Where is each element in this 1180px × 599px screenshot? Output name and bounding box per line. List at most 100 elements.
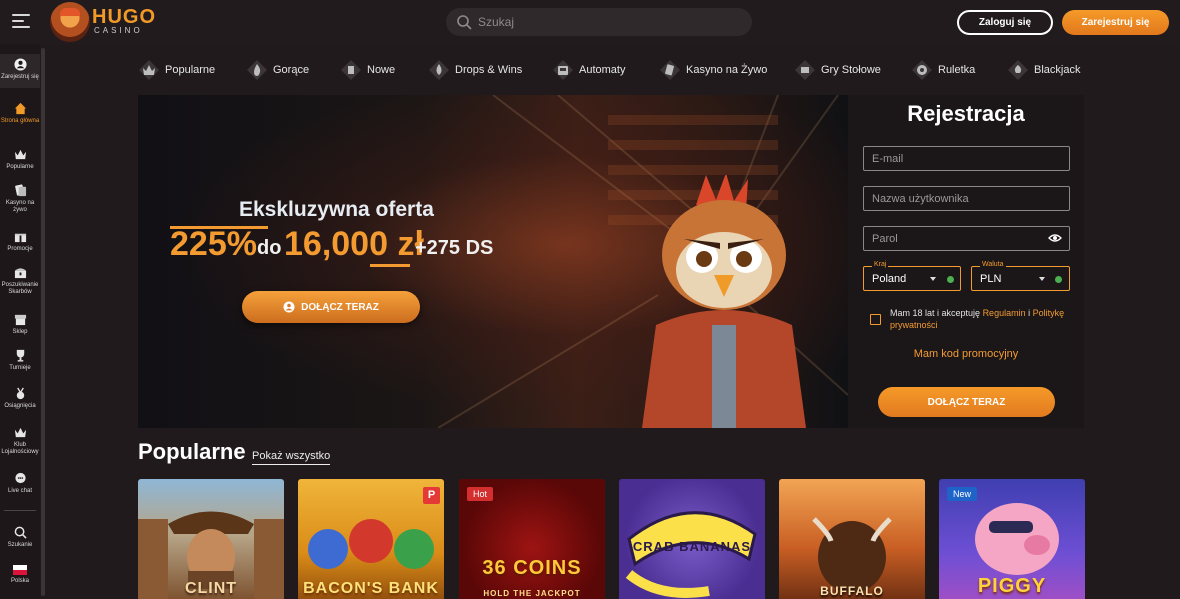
terms-link[interactable]: Regulamin bbox=[983, 308, 1026, 318]
game-title: BACON'S BANK bbox=[303, 580, 439, 597]
sidebar-item-achievements[interactable]: Osiągnięcia bbox=[0, 387, 40, 410]
game-tile-piggy[interactable]: New PIGGY bbox=[939, 479, 1085, 599]
show-password-icon[interactable] bbox=[1048, 233, 1062, 243]
country-select[interactable]: Kraj Poland bbox=[863, 261, 961, 291]
home-icon bbox=[14, 102, 26, 115]
search-bar bbox=[446, 8, 752, 36]
sidebar-item-label: Sklep bbox=[12, 329, 28, 335]
category-hot[interactable]: Gorące bbox=[246, 56, 309, 84]
hero-amount: 16,000 zł bbox=[284, 225, 424, 263]
category-slots[interactable]: Automaty bbox=[552, 56, 625, 84]
email-field[interactable] bbox=[863, 146, 1070, 171]
category-label: Gorące bbox=[273, 64, 310, 76]
game-subtitle: HOLD THE JACKPOT bbox=[483, 589, 581, 598]
sidebar-item-live-chat[interactable]: Live chat bbox=[0, 472, 40, 495]
sidebar-item-promotions[interactable]: Promocje bbox=[0, 230, 40, 253]
category-label: Blackjack bbox=[1034, 64, 1081, 76]
promo-code-link[interactable]: Mam kod promocyjny bbox=[848, 348, 1084, 360]
category-label: Popularne bbox=[165, 64, 216, 76]
password-field[interactable] bbox=[863, 226, 1070, 251]
sidebar-item-search[interactable]: Szukanie bbox=[0, 526, 40, 549]
category-drops-wins[interactable]: Drops & Wins bbox=[428, 56, 522, 84]
category-table-games[interactable]: Gry Stołowe bbox=[794, 56, 881, 84]
terms-text: Mam 18 lat i akceptuję Regulamin i Polit… bbox=[890, 307, 1078, 331]
slot-machine-icon bbox=[553, 60, 573, 80]
game-tile-buffalo[interactable]: BUFFALO bbox=[779, 479, 925, 599]
category-popular[interactable]: Popularne bbox=[138, 56, 215, 84]
sidebar-item-language[interactable]: Polska bbox=[0, 565, 40, 585]
sidebar-item-label: Live chat bbox=[7, 488, 32, 494]
hero-title: Ekskluzywna oferta bbox=[239, 198, 434, 221]
chevron-down-icon bbox=[1039, 277, 1045, 281]
category-label: Gry Stołowe bbox=[821, 64, 881, 76]
sidebar-item-home[interactable]: Strona główna bbox=[0, 102, 40, 125]
game-tile-crab-bananas[interactable]: CRAB BANANAS bbox=[619, 479, 765, 599]
registration-panel: Rejestracja Kraj Poland Waluta PLN Mam 1… bbox=[848, 95, 1084, 428]
username-field[interactable] bbox=[863, 186, 1070, 211]
chevron-down-icon bbox=[930, 277, 936, 281]
game-tile-36-coins[interactable]: Hot 36 COINS HOLD THE JACKPOT bbox=[459, 479, 605, 599]
sidebar-item-loyalty-club[interactable]: Klub Lojalnościowy bbox=[0, 426, 40, 456]
hero-decoration bbox=[370, 264, 410, 267]
user-icon bbox=[283, 301, 295, 313]
sidebar-item-register[interactable]: Zarejestruj się bbox=[0, 54, 40, 88]
sidebar-item-treasure-hunt[interactable]: Poszukiwanie Skarbów bbox=[0, 266, 40, 296]
sidebar-divider bbox=[4, 510, 36, 511]
hero-join-label: DOŁĄCZ TERAZ bbox=[301, 301, 379, 313]
logo[interactable]: HUGO CASINO bbox=[50, 2, 155, 42]
hero-do: do bbox=[257, 237, 282, 259]
valid-indicator-icon bbox=[947, 276, 954, 283]
category-live-casino[interactable]: Kasyno na Żywo bbox=[659, 56, 767, 84]
currency-value: PLN bbox=[980, 273, 1002, 285]
show-all-link[interactable]: Pokaż wszystko bbox=[252, 450, 331, 465]
category-label: Drops & Wins bbox=[455, 64, 523, 76]
sidebar-item-label: Turnieje bbox=[9, 365, 31, 371]
treasure-icon bbox=[14, 268, 26, 279]
register-button[interactable]: Zarejestruj się bbox=[1062, 10, 1169, 35]
category-nav: Popularne Gorące Nowe Drops & Wins Autom… bbox=[138, 56, 1088, 84]
menu-toggle-icon[interactable] bbox=[12, 14, 30, 30]
registration-submit-button[interactable]: DOŁĄCZ TERAZ bbox=[878, 387, 1055, 417]
crown-icon bbox=[14, 149, 26, 160]
hero-join-button[interactable]: DOŁĄCZ TERAZ bbox=[242, 291, 420, 323]
hero-percent: 225% bbox=[170, 225, 257, 263]
game-art bbox=[812, 517, 892, 593]
category-new[interactable]: Nowe bbox=[340, 56, 395, 84]
currency-label: Waluta bbox=[980, 261, 1006, 268]
terms-and: i bbox=[1028, 308, 1031, 318]
search-input[interactable] bbox=[474, 8, 744, 36]
game-tile-clint[interactable]: CLINT bbox=[138, 479, 284, 599]
game-title: CLINT bbox=[184, 580, 238, 597]
sidebar-item-live-casino[interactable]: Kasyno na żywo bbox=[0, 184, 40, 214]
loyalty-crown-icon bbox=[14, 427, 26, 438]
flame-icon bbox=[247, 60, 267, 80]
category-label: Automaty bbox=[579, 64, 626, 76]
game-tile-bacons-bank[interactable]: P BACON'S BANK bbox=[298, 479, 444, 599]
terms-label: Mam 18 lat i akceptuję bbox=[890, 308, 981, 318]
hero-banner: Ekskluzywna oferta 225% do 16,000 zł +27… bbox=[138, 95, 848, 428]
sidebar-item-popular[interactable]: Popularne bbox=[0, 148, 40, 171]
live-casino-icon bbox=[660, 60, 680, 80]
sidebar-item-tournaments[interactable]: Turnieje bbox=[0, 349, 40, 372]
registration-title: Rejestracja bbox=[907, 101, 1025, 126]
sidebar: Zarejestruj się Strona główna Popularne … bbox=[0, 44, 40, 599]
terms-checkbox[interactable] bbox=[870, 314, 881, 325]
sidebar-item-label: Kasyno na żywo bbox=[5, 200, 35, 213]
gift-icon bbox=[14, 232, 26, 243]
login-button[interactable]: Zaloguj się bbox=[957, 10, 1053, 35]
sidebar-item-label: Osiągnięcia bbox=[4, 403, 36, 409]
top-header: HUGO CASINO Zaloguj się Zarejestruj się bbox=[0, 0, 1180, 44]
blackjack-icon bbox=[1008, 60, 1028, 80]
game-title: BUFFALO bbox=[820, 584, 884, 598]
crown-icon bbox=[139, 60, 159, 80]
roulette-icon bbox=[912, 60, 932, 80]
category-blackjack[interactable]: Blackjack bbox=[1007, 56, 1080, 84]
sidebar-item-label: Popularne bbox=[6, 164, 34, 170]
sidebar-scrollbar[interactable] bbox=[41, 48, 45, 596]
sidebar-item-shop[interactable]: Sklep bbox=[0, 313, 40, 336]
drops-icon bbox=[429, 60, 449, 80]
cards-icon bbox=[14, 184, 26, 197]
sidebar-item-label: Polska bbox=[10, 578, 29, 584]
currency-select[interactable]: Waluta PLN bbox=[971, 261, 1070, 291]
category-roulette[interactable]: Ruletka bbox=[911, 56, 975, 84]
